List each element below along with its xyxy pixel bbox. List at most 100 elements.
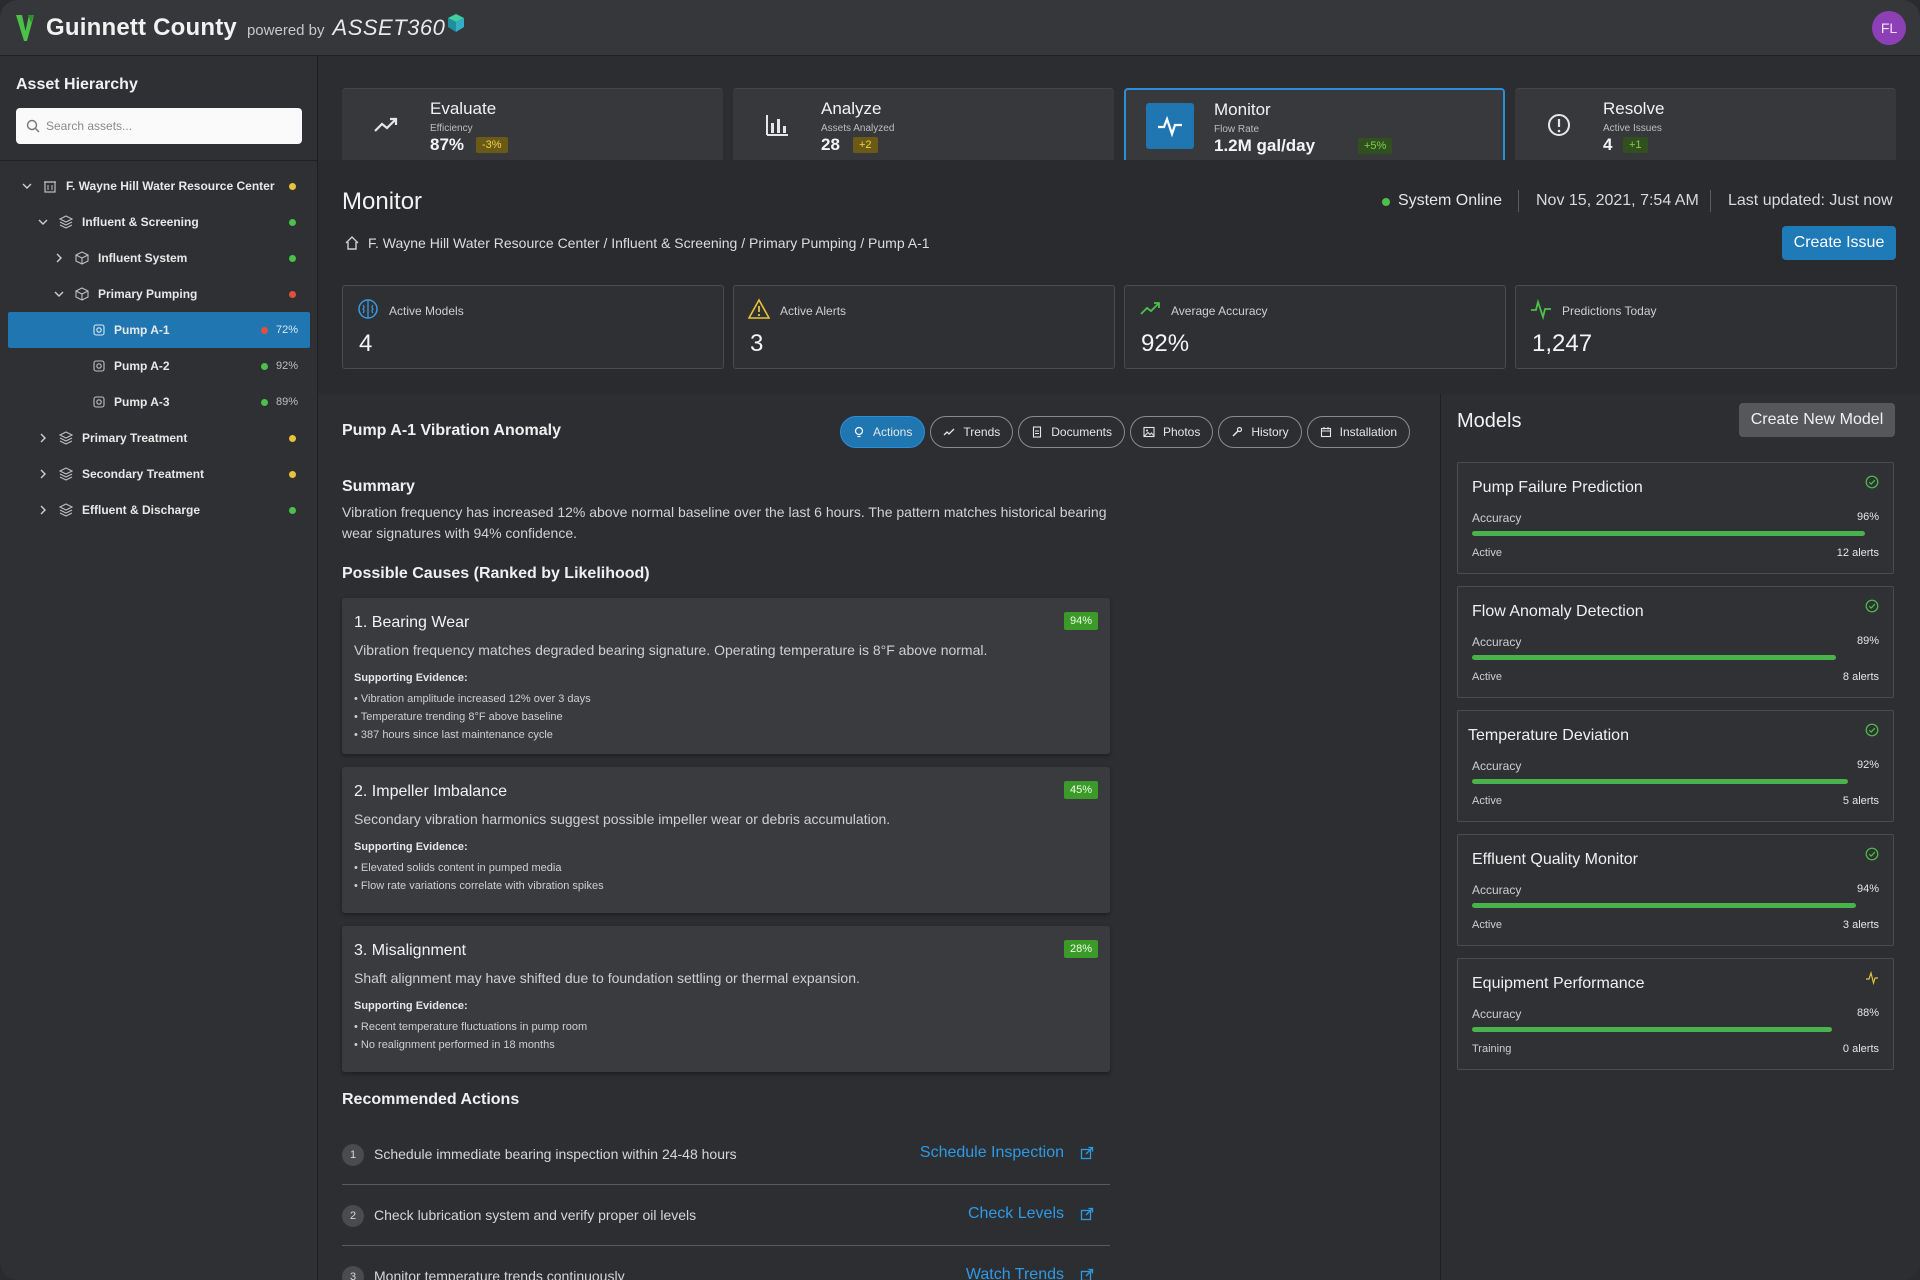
app-window: Guinnett County powered by ASSET360 FL A…	[0, 0, 1920, 1280]
model-card[interactable]: Flow Anomaly Detection Accuracy 89% Acti…	[1457, 586, 1894, 698]
status-dot	[289, 290, 296, 298]
action-row: 1 Schedule immediate bearing inspection …	[342, 1124, 1110, 1185]
accuracy-bar	[1472, 779, 1881, 784]
stage-tab-evaluate[interactable]: Evaluate Efficiency 87% -3%	[342, 88, 723, 160]
home-icon[interactable]	[344, 235, 360, 251]
county-logo-icon	[16, 14, 34, 41]
accuracy-label: Accuracy	[1472, 635, 1522, 649]
gear-icon	[93, 324, 105, 336]
tab-history[interactable]: History	[1218, 416, 1302, 448]
stage-value: 1.2M gal/day	[1214, 136, 1316, 155]
cube-icon	[75, 287, 89, 301]
user-avatar[interactable]: FL	[1872, 11, 1906, 45]
accuracy-value: 89%	[1856, 635, 1879, 647]
accuracy-fill	[1472, 531, 1865, 536]
accuracy-label: Accuracy	[1472, 759, 1522, 773]
chevron-right-icon[interactable]	[54, 253, 64, 263]
tab-documents[interactable]: Documents	[1018, 416, 1125, 448]
tab-photos[interactable]: Photos	[1129, 416, 1214, 448]
chevron-down-icon[interactable]	[22, 181, 32, 191]
tab-actions[interactable]: Actions	[840, 416, 926, 448]
bar-chart-icon	[766, 115, 788, 136]
asset-search-box[interactable]	[16, 108, 302, 144]
create-issue-button[interactable]: Create Issue	[1782, 226, 1896, 260]
tree-item-label: Primary Pumping	[98, 287, 198, 301]
stage-tab-monitor[interactable]: Monitor Flow Rate 1.2M gal/day +5%	[1124, 88, 1505, 160]
tab-label: History	[1251, 425, 1289, 439]
stage-tab-resolve[interactable]: Resolve Active Issues 4 +1	[1515, 88, 1896, 160]
tree-item-wayne-hill[interactable]: F. Wayne Hill Water Resource Center	[0, 168, 318, 204]
tree-item-pump-a3[interactable]: Pump A-3 89%	[0, 384, 318, 420]
asset-search-input[interactable]	[46, 119, 286, 133]
stage-value: 4	[1603, 135, 1613, 154]
stage-delta-badge: +5%	[1358, 138, 1393, 154]
tree-item-secondary-treatment[interactable]: Secondary Treatment	[0, 456, 318, 492]
schedule-inspection-link[interactable]: Schedule Inspection	[920, 1144, 1064, 1162]
cause-title: 3. Misalignment	[354, 942, 467, 959]
external-link-icon[interactable]	[1080, 1268, 1094, 1280]
kpi-value: 3	[750, 330, 764, 357]
status-dot	[289, 254, 296, 262]
model-card[interactable]: Temperature Deviation Accuracy 92% Activ…	[1457, 710, 1894, 822]
action-number: 1	[342, 1144, 364, 1166]
create-new-model-button[interactable]: Create New Model	[1739, 403, 1895, 437]
tree-item-effluent-discharge[interactable]: Effluent & Discharge	[0, 492, 318, 528]
model-card[interactable]: Effluent Quality Monitor Accuracy 94% Ac…	[1457, 834, 1894, 946]
model-name: Flow Anomaly Detection	[1472, 603, 1644, 620]
chevron-down-icon[interactable]	[54, 289, 64, 299]
last-updated: Last updated: Just now	[1728, 192, 1893, 209]
tree-item-primary-treatment[interactable]: Primary Treatment	[0, 420, 318, 456]
alert-count: 5 alerts	[1842, 795, 1879, 807]
cause-card[interactable]: 3. Misalignment 28% Shaft alignment may …	[342, 926, 1110, 1072]
tab-label: Trends	[963, 425, 1001, 439]
watch-trends-link[interactable]: Watch Trends	[966, 1266, 1064, 1280]
tab-label: Photos	[1162, 425, 1201, 439]
image-icon	[1143, 426, 1155, 438]
chevron-right-icon[interactable]	[38, 505, 48, 515]
tab-trends[interactable]: Trends	[930, 416, 1014, 448]
summary-text: Vibration frequency has increased 12% ab…	[342, 504, 1107, 541]
stage-delta-badge: +1	[1623, 137, 1648, 153]
accuracy-label: Accuracy	[1472, 883, 1522, 897]
chevron-down-icon[interactable]	[38, 217, 48, 227]
model-card[interactable]: Equipment Performance Accuracy 88% Train…	[1457, 958, 1894, 1070]
accuracy-fill	[1472, 1027, 1832, 1032]
breadcrumb[interactable]: F. Wayne Hill Water Resource Center / In…	[368, 235, 930, 251]
alert-count: 12 alerts	[1836, 547, 1879, 559]
tree-item-pump-a1[interactable]: Pump A-1 72%	[8, 312, 310, 348]
tab-installation[interactable]: Installation	[1306, 416, 1411, 448]
model-name: Pump Failure Prediction	[1472, 479, 1643, 496]
stage-icon-box	[1146, 103, 1194, 149]
stage-subtitle: Flow Rate	[1214, 124, 1260, 135]
stage-subtitle: Assets Analyzed	[821, 123, 895, 134]
evidence-item: • No realignment performed in 18 months	[354, 1039, 555, 1051]
tree-item-influent-screening[interactable]: Influent & Screening	[0, 204, 318, 240]
tree-item-primary-pumping[interactable]: Primary Pumping	[0, 276, 318, 312]
cause-card[interactable]: 2. Impeller Imbalance 45% Secondary vibr…	[342, 767, 1110, 913]
tab-label: Installation	[1339, 425, 1398, 439]
tree-item-influent-system[interactable]: Influent System	[0, 240, 318, 276]
external-link-icon[interactable]	[1080, 1146, 1094, 1160]
external-link-icon[interactable]	[1080, 1207, 1094, 1221]
chevron-right-icon[interactable]	[38, 433, 48, 443]
current-datetime: Nov 15, 2021, 7:54 AM	[1536, 192, 1699, 209]
cause-card[interactable]: 1. Bearing Wear 94% Vibration frequency …	[342, 598, 1110, 754]
tree-item-pump-a2[interactable]: Pump A-2 92%	[0, 348, 318, 384]
causes-heading: Possible Causes (Ranked by Likelihood)	[342, 565, 650, 582]
model-card[interactable]: Pump Failure Prediction Accuracy 96% Act…	[1457, 462, 1894, 574]
stage-tab-analyze[interactable]: Analyze Assets Analyzed 28 +2	[733, 88, 1114, 160]
trending-up-icon	[1140, 302, 1160, 315]
action-text: Schedule immediate bearing inspection wi…	[374, 1146, 737, 1162]
chevron-right-icon[interactable]	[38, 469, 48, 479]
status-dot	[289, 218, 296, 226]
stage-title: Monitor	[1214, 100, 1271, 119]
page-title: Monitor	[342, 188, 423, 215]
model-state: Active	[1472, 671, 1502, 683]
system-status: System Online	[1398, 192, 1503, 209]
workflow-stages: Evaluate Efficiency 87% -3% Analyze Asse…	[342, 88, 1898, 160]
header-separator	[1518, 190, 1519, 212]
top-bar: Guinnett County powered by ASSET360 FL	[0, 0, 1920, 56]
stage-title: Evaluate	[430, 99, 497, 118]
likelihood-badge: 28%	[1063, 940, 1098, 958]
check-levels-link[interactable]: Check Levels	[968, 1205, 1064, 1223]
